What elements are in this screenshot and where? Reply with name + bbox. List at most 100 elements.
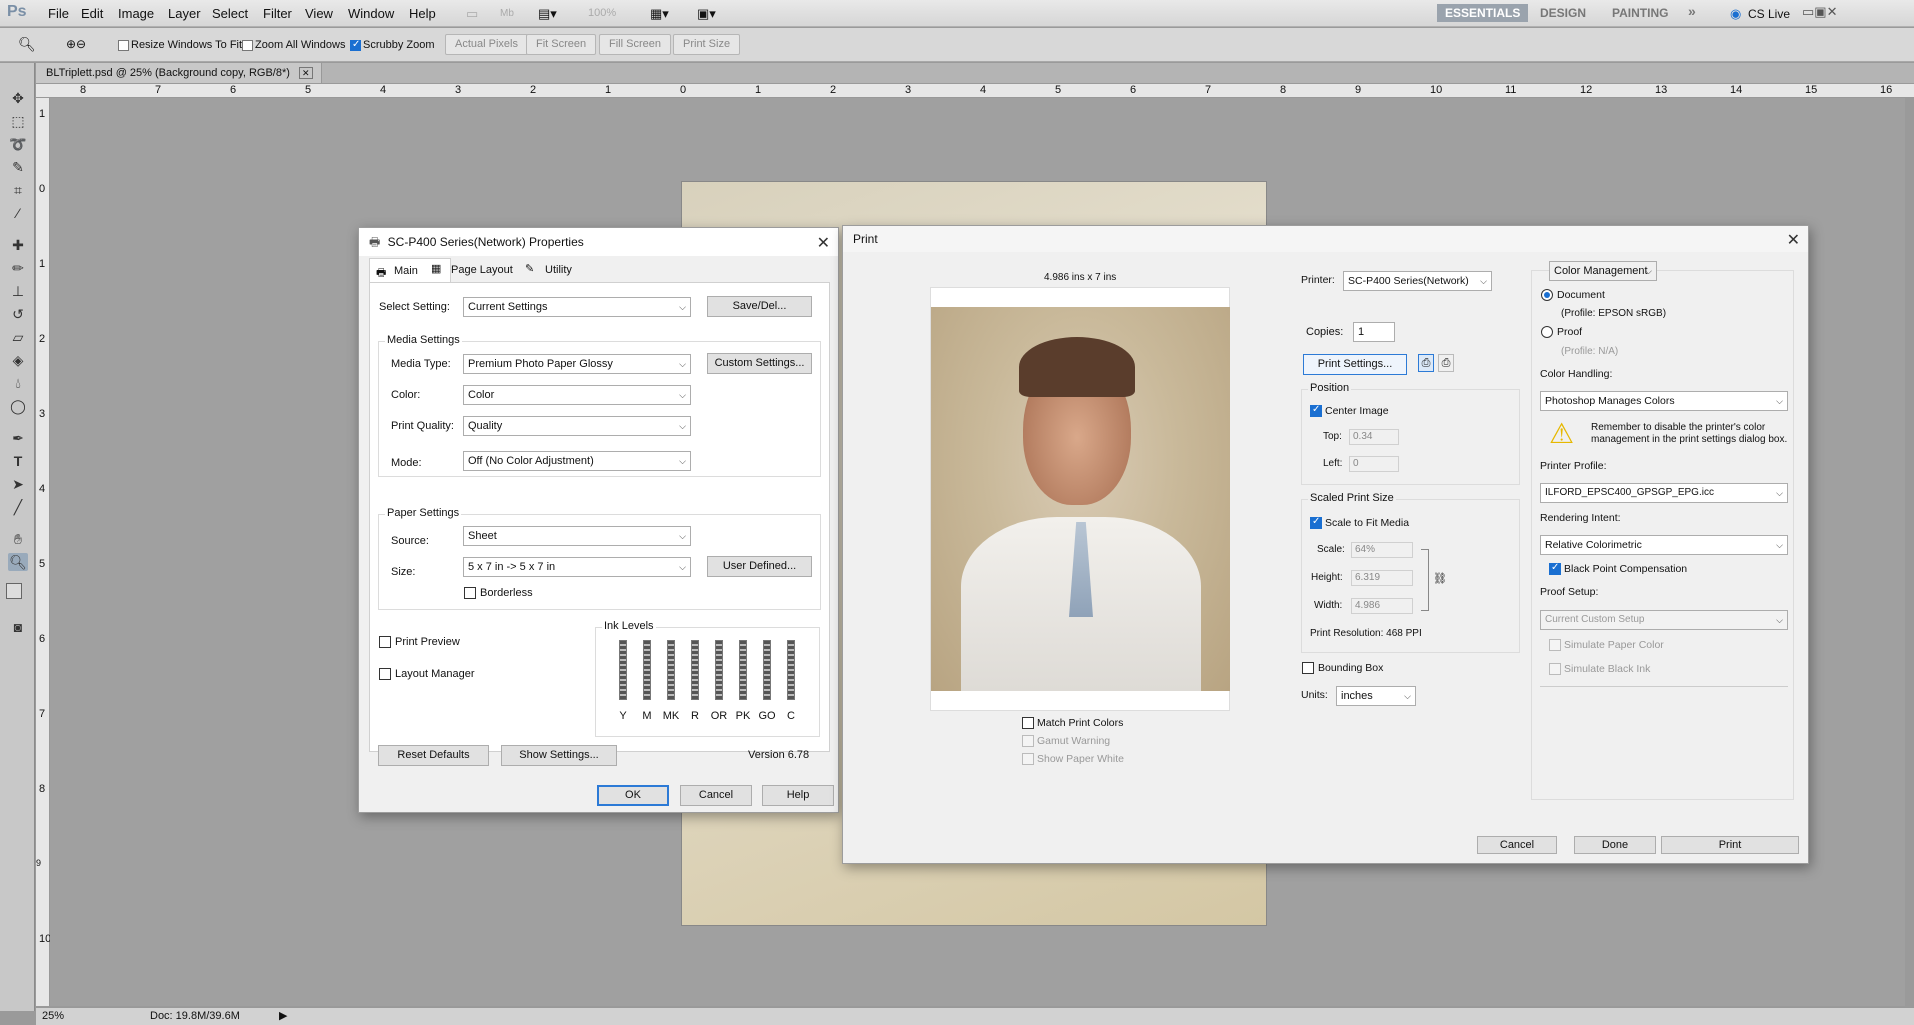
left-input[interactable]: 0 <box>1349 456 1399 472</box>
zoom-all-checkbox[interactable] <box>242 40 253 51</box>
size-dropdown[interactable]: 5 x 7 in -> 5 x 7 in ⌵ <box>463 557 691 577</box>
crop-tool-icon[interactable]: ⌗ <box>8 181 28 199</box>
width-input[interactable]: 4.986 <box>1351 598 1413 614</box>
rendering-intent-dropdown[interactable]: Relative Colorimetric ⌵ <box>1540 535 1788 555</box>
tab-page-layout[interactable]: Page Layout <box>451 264 513 276</box>
screen-mode-icon[interactable]: ▣▾ <box>697 6 716 22</box>
workspace-design[interactable]: DESIGN <box>1532 4 1594 22</box>
link-proportions-icon[interactable]: ⛓ <box>1433 572 1447 585</box>
menu-filter[interactable]: Filter <box>263 6 292 21</box>
fill-screen-button[interactable]: Fill Screen <box>599 34 671 55</box>
tab-utility[interactable]: Utility <box>545 264 572 276</box>
borderless-checkbox[interactable] <box>464 587 476 599</box>
select-setting-dropdown[interactable]: Current Settings ⌵ <box>463 297 691 317</box>
print-quality-dropdown[interactable]: Quality ⌵ <box>463 416 691 436</box>
printer-dropdown[interactable]: SC-P400 Series(Network) ⌵ <box>1343 271 1492 291</box>
workspace-painting[interactable]: PAINTING <box>1604 4 1676 22</box>
minibridge-icon[interactable]: Mb <box>500 8 514 19</box>
bridge-icon[interactable]: ▭ <box>466 6 478 22</box>
simulate-black-ink-checkbox[interactable] <box>1549 663 1561 675</box>
black-point-compensation-checkbox[interactable] <box>1549 562 1561 575</box>
zoom-level[interactable]: 100% <box>588 7 616 19</box>
copies-input[interactable]: 1 <box>1353 322 1395 342</box>
marquee-tool-icon[interactable]: ⬚ <box>8 112 28 130</box>
height-input[interactable]: 6.319 <box>1351 570 1413 586</box>
fit-screen-button[interactable]: Fit Screen <box>526 34 597 55</box>
print-settings-button[interactable]: Print Settings... <box>1303 354 1407 375</box>
scale-to-fit-checkbox[interactable] <box>1310 516 1322 529</box>
pen-tool-icon[interactable]: ✒ <box>8 429 28 447</box>
gamut-warning-checkbox[interactable] <box>1022 735 1034 747</box>
status-menu-arrow-icon[interactable]: ▶ <box>279 1009 287 1022</box>
brush-tool-icon[interactable]: ✏ <box>8 259 28 277</box>
proof-setup-dropdown[interactable]: Current Custom Setup ⌵ <box>1540 610 1788 630</box>
media-type-dropdown[interactable]: Premium Photo Paper Glossy ⌵ <box>463 354 691 374</box>
color-management-dropdown[interactable]: Color Management ⌵ <box>1549 261 1657 281</box>
center-image-checkbox[interactable] <box>1310 404 1322 417</box>
cs-live-menu[interactable]: CS Live <box>1748 7 1790 21</box>
eraser-tool-icon[interactable]: ▱ <box>8 328 28 346</box>
move-tool-icon[interactable]: ✥ <box>8 89 28 107</box>
extras-icon[interactable]: ▤▾ <box>538 6 557 22</box>
type-tool-icon[interactable]: T <box>8 452 28 470</box>
menu-window[interactable]: Window <box>348 6 394 21</box>
match-print-colors-checkbox[interactable] <box>1022 717 1034 729</box>
done-button[interactable]: Done <box>1574 836 1656 854</box>
print-button[interactable]: Print <box>1661 836 1799 854</box>
blur-tool-icon[interactable]: 💧︎ <box>8 374 28 392</box>
eyedropper-tool-icon[interactable]: ⁄ <box>8 204 28 222</box>
clone-stamp-tool-icon[interactable]: ⊥ <box>8 282 28 300</box>
menu-select[interactable]: Select <box>212 6 248 21</box>
color-dropdown[interactable]: Color ⌵ <box>463 385 691 405</box>
user-defined-button[interactable]: User Defined... <box>707 556 812 577</box>
cancel-print-button[interactable]: Cancel <box>1477 836 1557 854</box>
menu-layer[interactable]: Layer <box>168 6 201 21</box>
menu-image[interactable]: Image <box>118 6 154 21</box>
proof-radio[interactable] <box>1541 326 1553 338</box>
paint-bucket-tool-icon[interactable]: ◈ <box>8 351 28 369</box>
ok-button[interactable]: OK <box>597 785 669 806</box>
scrubby-zoom-checkbox[interactable] <box>350 39 361 51</box>
reset-defaults-button[interactable]: Reset Defaults <box>378 745 489 766</box>
cancel-button[interactable]: Cancel <box>680 785 752 806</box>
history-brush-tool-icon[interactable]: ↺ <box>8 305 28 323</box>
show-paper-white-checkbox[interactable] <box>1022 753 1034 765</box>
zoom-tool-icon[interactable]: 🔍︎ <box>18 36 36 53</box>
quick-mask-icon[interactable]: ◙ <box>8 618 28 636</box>
status-zoom[interactable]: 25% <box>42 1010 64 1022</box>
quick-selection-tool-icon[interactable]: ✎ <box>8 158 28 176</box>
actual-pixels-button[interactable]: Actual Pixels <box>445 34 528 55</box>
zoom-in-out-icons[interactable]: ⊕⊖ <box>66 37 86 51</box>
scale-input[interactable]: 64% <box>1351 542 1413 558</box>
units-dropdown[interactable]: inches ⌵ <box>1336 686 1416 706</box>
print-preview-checkbox[interactable] <box>379 636 391 648</box>
menu-file[interactable]: File <box>48 6 69 21</box>
menu-help[interactable]: Help <box>409 6 436 21</box>
printer-profile-dropdown[interactable]: ILFORD_EPSC400_GPSGP_EPG.icc ⌵ <box>1540 483 1788 503</box>
foreground-color-swatch[interactable] <box>6 583 22 599</box>
print-size-button[interactable]: Print Size <box>673 34 741 55</box>
document-tab[interactable]: BLTriplett.psd @ 25% (Background copy, R… <box>36 63 322 83</box>
window-controls[interactable]: ▭▣✕ <box>1802 4 1837 20</box>
bounding-box-checkbox[interactable] <box>1302 662 1314 674</box>
line-tool-icon[interactable]: ╱ <box>8 498 28 516</box>
save-del-button[interactable]: Save/Del... <box>707 296 812 317</box>
landscape-orientation-icon[interactable]: ⎙ <box>1438 354 1454 372</box>
workspace-essentials[interactable]: ESSENTIALS <box>1437 4 1529 22</box>
more-workspaces-icon[interactable]: » <box>1680 2 1704 20</box>
close-tab-icon[interactable]: ✕ <box>298 67 313 79</box>
source-dropdown[interactable]: Sheet ⌵ <box>463 526 691 546</box>
healing-brush-tool-icon[interactable]: ✚ <box>8 236 28 254</box>
close-icon[interactable]: ✕ <box>817 230 830 258</box>
dodge-tool-icon[interactable]: ◯ <box>8 397 28 415</box>
hand-tool-icon[interactable]: ✋︎ <box>8 530 28 548</box>
menu-edit[interactable]: Edit <box>81 6 103 21</box>
mode-dropdown[interactable]: Off (No Color Adjustment) ⌵ <box>463 451 691 471</box>
help-button[interactable]: Help <box>762 785 834 806</box>
path-selection-tool-icon[interactable]: ➤ <box>8 475 28 493</box>
show-settings-button[interactable]: Show Settings... <box>501 745 617 766</box>
menu-view[interactable]: View <box>305 6 333 21</box>
arrange-documents-icon[interactable]: ▦▾ <box>650 6 669 22</box>
resize-windows-checkbox[interactable] <box>118 40 129 51</box>
document-radio[interactable] <box>1541 289 1553 301</box>
